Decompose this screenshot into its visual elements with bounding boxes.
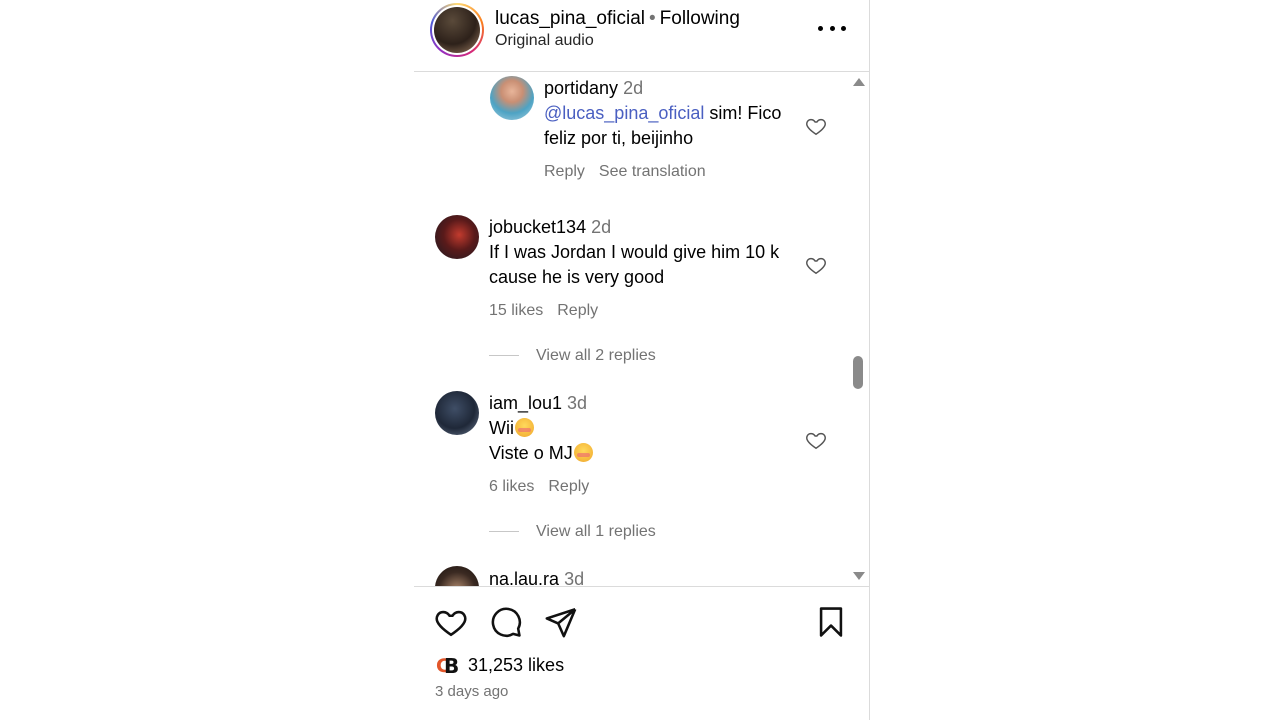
heart-icon[interactable]	[805, 429, 827, 451]
pleading-face-icon	[573, 443, 593, 462]
scrollbar[interactable]	[851, 72, 865, 586]
comment-time: 2d	[591, 217, 612, 237]
flushed-face-icon	[515, 418, 534, 437]
divider	[414, 586, 870, 587]
comment-username[interactable]: portidany	[544, 78, 618, 98]
reply-button[interactable]: Reply	[544, 163, 585, 180]
replies-divider	[489, 531, 519, 532]
view-replies-button[interactable]: View all 1 replies	[536, 523, 656, 541]
comment-item: portidany 2d @lucas_pina_oficial sim! Fic…	[414, 72, 844, 202]
comment-icon[interactable]	[489, 605, 523, 639]
comment-text: If I was Jordan I would give him 10 k ca…	[489, 242, 780, 287]
separator-dot: •	[649, 8, 656, 29]
likes-count[interactable]: 15 likes	[489, 302, 543, 319]
heart-icon[interactable]	[805, 115, 827, 137]
reply-button[interactable]: Reply	[548, 478, 589, 495]
audio-link[interactable]: Original audio	[495, 32, 594, 50]
bookmark-icon[interactable]	[814, 605, 848, 639]
comment-username[interactable]: iam_lou1	[489, 393, 562, 413]
likes-total[interactable]: 31,253 likes	[468, 655, 564, 676]
paper-plane-icon[interactable]	[544, 605, 578, 639]
comment-time: 3d	[567, 393, 588, 413]
comment-username[interactable]: jobucket134	[489, 217, 586, 237]
author-line: lucas_pina_oficial • Following	[495, 8, 740, 30]
author-avatar	[434, 7, 480, 53]
see-translation-button[interactable]: See translation	[599, 163, 706, 180]
comment-item: na.lau.ra 3d	[414, 564, 844, 586]
comment-time: 3d	[564, 569, 585, 586]
following-button[interactable]: Following	[660, 8, 740, 29]
scroll-thumb[interactable]	[853, 356, 863, 389]
comment-avatar[interactable]	[435, 566, 479, 586]
scroll-down-arrow-icon[interactable]	[853, 572, 865, 580]
heart-icon[interactable]	[434, 605, 468, 639]
reply-button[interactable]: Reply	[557, 302, 598, 319]
author-username[interactable]: lucas_pina_oficial	[495, 8, 645, 29]
comment-text: Wii Viste o MJ	[489, 416, 789, 466]
comment-avatar[interactable]	[435, 391, 479, 435]
heart-icon[interactable]	[805, 254, 827, 276]
comment-item: iam_lou1 3d Wii Viste o MJ 6 likes Reply V…	[414, 388, 844, 548]
watermark-logo: CB	[436, 654, 460, 678]
post-panel: lucas_pina_oficial • Following Original au…	[414, 0, 870, 720]
post-actions: CB 31,253 likes 3 days ago	[414, 586, 870, 720]
comment-time: 2d	[623, 78, 644, 98]
story-ring-avatar[interactable]	[430, 3, 484, 57]
likes-row: CB 31,253 likes	[436, 654, 564, 678]
replies-divider	[489, 355, 519, 356]
comment-text: @lucas_pina_oficial sim! Fico feliz por …	[544, 103, 782, 148]
comment-avatar[interactable]	[435, 215, 479, 259]
comments-list[interactable]: portidany 2d @lucas_pina_oficial sim! Fic…	[414, 72, 870, 586]
comment-avatar[interactable]	[490, 76, 534, 120]
comment-item: jobucket134 2d If I was Jordan I would gi…	[414, 212, 844, 372]
post-date: 3 days ago	[435, 683, 509, 700]
more-options-icon[interactable]	[818, 18, 846, 38]
scroll-up-arrow-icon[interactable]	[853, 78, 865, 86]
mention-link[interactable]: @lucas_pina_oficial	[544, 103, 704, 123]
comment-username[interactable]: na.lau.ra	[489, 569, 559, 586]
likes-count[interactable]: 6 likes	[489, 478, 534, 495]
post-header: lucas_pina_oficial • Following Original au…	[414, 0, 870, 72]
view-replies-button[interactable]: View all 2 replies	[536, 347, 656, 365]
